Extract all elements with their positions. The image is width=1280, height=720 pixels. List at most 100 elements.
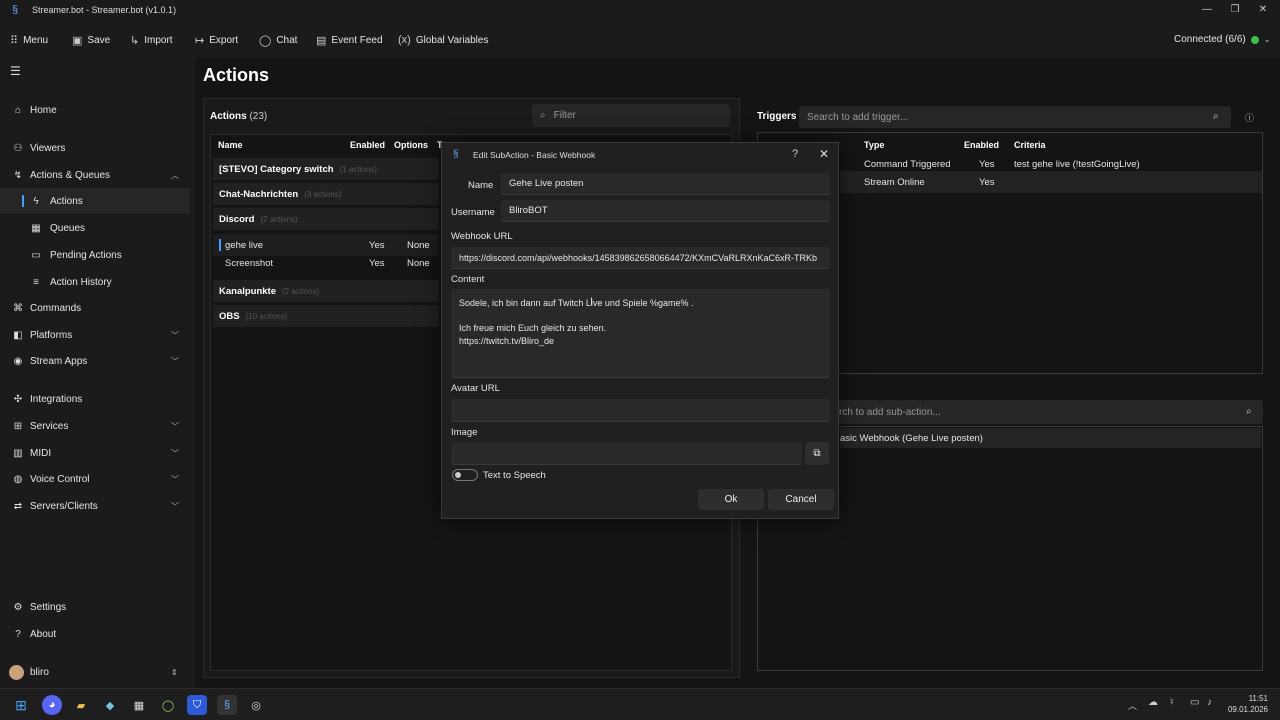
edit-subaction-dialog: § Edit SubAction - Basic Webhook ? ✕ Nam…: [441, 142, 839, 519]
trigger-row[interactable]: Stream Online Yes: [840, 171, 1262, 193]
dialog-title: Edit SubAction - Basic Webhook: [473, 150, 596, 160]
group-row[interactable]: [STEVO] Category switch (1 actions): [213, 158, 439, 180]
export-icon: ↦: [195, 35, 205, 47]
chevron-down-icon: ⌄: [1263, 35, 1271, 44]
search-icon[interactable]: ⌕: [1246, 406, 1252, 417]
trigger-search-input[interactable]: Search to add trigger...: [799, 106, 1231, 128]
windows-start-icon[interactable]: ⊞: [11, 695, 31, 715]
toolbar: ⠿ Menu ▣ Save ↳ Import ↦ Export ◯ Chat ▤ Event…: [0, 22, 1280, 58]
table-row[interactable]: Screenshot Yes None: [213, 252, 439, 274]
sidebar-item-integrations[interactable]: ✣ Integrations: [0, 386, 190, 412]
sidebar-item-services[interactable]: ⊞ Services ﹀: [0, 413, 190, 439]
help-icon[interactable]: ?: [792, 148, 798, 160]
discord-icon[interactable]: ◕: [42, 695, 62, 715]
file-explorer-icon[interactable]: ▰: [71, 695, 91, 715]
sidebar-item-stream-apps[interactable]: ◉ Stream Apps ﹀: [0, 348, 190, 374]
browser-icon[interactable]: ◯: [158, 695, 178, 715]
col-enabled[interactable]: Enabled: [350, 140, 385, 150]
clock-time[interactable]: 11:51: [1228, 694, 1268, 703]
clock-date[interactable]: 09.01.2026: [1224, 705, 1268, 714]
minimize-icon[interactable]: —: [1200, 4, 1214, 15]
streamerbot-icon[interactable]: §: [217, 695, 237, 715]
tts-toggle[interactable]: [452, 469, 478, 481]
hamburger-icon[interactable]: ☰: [10, 64, 21, 78]
pending-icon: ▭: [31, 249, 41, 261]
info-icon[interactable]: ⓘ: [1245, 111, 1254, 124]
sidebar-item-viewers[interactable]: ⚇ Viewers: [0, 135, 190, 161]
page-title: Actions: [203, 65, 270, 85]
actions-heading: Actions (23): [210, 111, 268, 122]
sidebar-item-voice-control[interactable]: ◍ Voice Control ﹀: [0, 466, 190, 492]
group-row[interactable]: OBS (10 actions): [213, 305, 439, 327]
col-name[interactable]: Name: [218, 140, 243, 150]
sidebar-item-midi[interactable]: ▥ MIDI ﹀: [0, 440, 190, 466]
webhook-url-field[interactable]: https://discord.com/api/webhooks/1458398…: [451, 247, 830, 269]
app-icon[interactable]: ◆: [100, 695, 120, 715]
chevron-up-icon[interactable]: ︿: [1128, 699, 1137, 712]
maximize-icon[interactable]: ❐: [1228, 4, 1242, 15]
subaction-item[interactable]: asic Webhook (Gehe Live posten): [840, 428, 1261, 448]
close-icon[interactable]: ✕: [819, 147, 829, 161]
cloud-icon[interactable]: ☁: [1148, 697, 1158, 708]
group-row[interactable]: Discord (2 actions): [213, 208, 439, 230]
avatar-url-label: Avatar URL: [451, 383, 500, 394]
global-variables-button[interactable]: (x) Global Variables: [398, 34, 488, 46]
connection-status[interactable]: Connected (6/6) ⌄: [1174, 34, 1270, 45]
col-enabled[interactable]: Enabled: [964, 140, 999, 150]
sidebar-item-settings[interactable]: ⚙ Settings: [0, 594, 190, 620]
volume-icon[interactable]: ♪: [1207, 697, 1212, 708]
obs-icon[interactable]: ◎: [246, 695, 266, 715]
group-row[interactable]: Chat-Nachrichten (3 actions): [213, 183, 439, 205]
event-feed-button[interactable]: ▤ Event Feed: [316, 34, 383, 47]
close-window-icon[interactable]: ✕: [1256, 4, 1270, 15]
avatar-url-field[interactable]: [451, 399, 830, 422]
name-field[interactable]: Gehe Live posten: [501, 173, 830, 195]
sidebar-item-about[interactable]: ? About: [0, 621, 190, 647]
feed-icon: ▤: [316, 35, 327, 47]
chevron-down-icon: ﹀: [171, 421, 179, 431]
bitwarden-icon[interactable]: ⛉: [187, 695, 207, 715]
user-menu[interactable]: bliro ⇕: [0, 659, 190, 685]
app-logo-icon: §: [453, 149, 459, 160]
sidebar-item-platforms[interactable]: ◧ Platforms ﹀: [0, 322, 190, 348]
store-icon[interactable]: ▦: [129, 695, 149, 715]
microphone-icon[interactable]: ♮: [1170, 697, 1174, 708]
username-field[interactable]: BliroBOT: [501, 200, 830, 222]
sidebar-item-commands[interactable]: ⌘ Commands: [0, 295, 190, 321]
name-label: Name: [468, 180, 494, 191]
col-options[interactable]: Options: [394, 140, 428, 150]
search-icon[interactable]: ⌕: [1213, 111, 1219, 122]
save-button[interactable]: ▣ Save: [72, 34, 110, 47]
integrations-icon: ✣: [13, 393, 23, 405]
ok-button[interactable]: Ok: [698, 489, 764, 510]
sidebar-item-actions-queues[interactable]: ↯ Actions & Queues ︿: [0, 162, 190, 188]
import-button[interactable]: ↳ Import: [130, 34, 173, 47]
voice-icon: ◍: [13, 473, 23, 485]
chat-button[interactable]: ◯ Chat: [259, 34, 297, 47]
toggle-knob: [455, 472, 461, 478]
cancel-button[interactable]: Cancel: [768, 489, 834, 510]
menu-button[interactable]: ⠿ Menu: [10, 34, 48, 47]
sidebar-item-queues[interactable]: ▦ Queues: [0, 215, 190, 241]
actions-filter-input[interactable]: ⌕ Filter: [532, 104, 730, 127]
services-icon: ⊞: [13, 420, 23, 432]
export-button[interactable]: ↦ Export: [195, 34, 238, 47]
apps-icon: ◉: [13, 355, 23, 367]
sidebar-item-home[interactable]: ⌂ Home: [0, 97, 190, 123]
col-criteria[interactable]: Criteria: [1014, 140, 1046, 150]
col-type[interactable]: Type: [864, 140, 884, 150]
group-row[interactable]: Kanalpunkte (2 actions): [213, 280, 439, 302]
sidebar-item-actions[interactable]: ϟ Actions: [0, 188, 190, 214]
chevron-updown-icon: ⇕: [171, 667, 178, 677]
sidebar-item-servers-clients[interactable]: ⇄ Servers/Clients ﹀: [0, 493, 190, 519]
sidebar-item-action-history[interactable]: ≡ Action History: [0, 269, 190, 295]
save-icon: ▣: [72, 35, 83, 47]
sidebar-item-pending-actions[interactable]: ▭ Pending Actions: [0, 242, 190, 268]
network-icon[interactable]: ▭: [1190, 697, 1199, 708]
home-icon: ⌂: [14, 104, 22, 116]
image-field[interactable]: [451, 442, 802, 465]
browse-image-button[interactable]: ⧉: [805, 442, 829, 465]
content-textarea[interactable]: Sodele, ich bin dann auf Twitch Live und…: [451, 289, 830, 378]
about-icon: ?: [15, 628, 21, 640]
variable-icon: (x): [398, 34, 411, 46]
